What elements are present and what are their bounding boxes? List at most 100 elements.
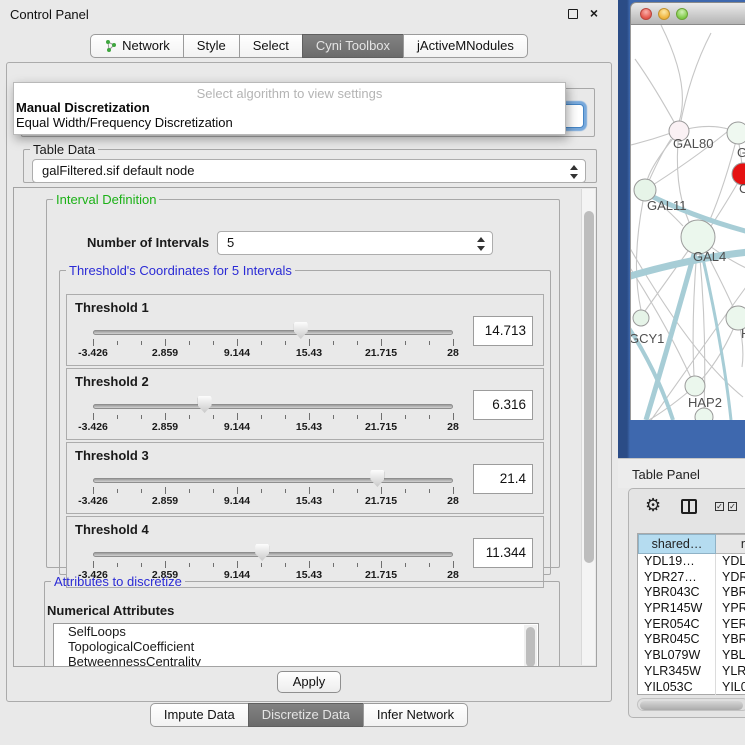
zoom-window-button[interactable] <box>676 8 688 20</box>
column-header-name[interactable]: name <box>716 534 745 554</box>
tick-mark <box>357 341 358 345</box>
node-label: GAL4 <box>693 249 726 264</box>
tab-label: Discretize Data <box>262 707 350 722</box>
close-window-button[interactable] <box>640 8 652 20</box>
combo-stepper-icon <box>475 235 485 253</box>
table-row[interactable]: YBL079WYBL079W <box>638 648 745 664</box>
tick-mark <box>429 341 430 345</box>
slider-thumb[interactable] <box>255 544 269 561</box>
threshold-label: Threshold 3 <box>75 448 149 463</box>
threshold-value-field[interactable]: 11.344 <box>473 538 533 568</box>
slider-thumb[interactable] <box>198 396 212 413</box>
table-row[interactable]: YBR043CYBR043C <box>638 585 745 601</box>
table-scrollbar-thumb[interactable] <box>640 701 743 710</box>
network-node[interactable] <box>633 310 649 326</box>
tab-select[interactable]: Select <box>239 34 303 58</box>
slider-thumb[interactable] <box>294 322 308 339</box>
checkbox-icon[interactable]: ✓ <box>715 502 724 511</box>
tick-mark <box>429 563 430 567</box>
node-label: HAP2 <box>688 395 722 410</box>
tick-mark <box>285 563 286 567</box>
tab-label: Impute Data <box>164 707 235 722</box>
tick-mark <box>453 339 454 346</box>
attribute-list-item[interactable]: BetweennessCentrality <box>54 654 538 667</box>
tick-label: 21.715 <box>365 421 397 433</box>
tab-cyni-toolbox[interactable]: Cyni Toolbox <box>302 34 404 58</box>
threshold-value-field[interactable]: 6.316 <box>473 390 533 420</box>
number-of-intervals-label: Number of Intervals <box>87 235 209 250</box>
float-window-icon[interactable] <box>568 9 578 19</box>
table-row[interactable]: YLR345WYLR345W <box>638 664 745 680</box>
minimize-window-button[interactable] <box>658 8 670 20</box>
slider-track[interactable] <box>93 552 453 557</box>
table-row[interactable]: YDR27…YDR27… <box>638 570 745 586</box>
slider-tick-labels: -3.4262.8599.14415.4321.71528 <box>93 421 453 434</box>
table-row[interactable]: YDL19…YDL19… <box>638 554 745 570</box>
checkbox-icon[interactable]: ✓ <box>728 502 737 511</box>
control-panel: Control Panel × NetworkStyleSelectCyni T… <box>0 0 618 745</box>
tab-impute-data[interactable]: Impute Data <box>150 703 249 727</box>
table-panel-window: ⚙ ✓ ✓ shared…name YDL19…YDL19…YDR27…YDR2… <box>628 488 745 718</box>
tick-label: 9.144 <box>224 347 250 359</box>
tab-discretize-data[interactable]: Discretize Data <box>248 703 364 727</box>
slider-track[interactable] <box>93 404 453 409</box>
slider-track[interactable] <box>93 478 453 483</box>
tick-mark <box>141 415 142 419</box>
viewport-scrollbar[interactable] <box>581 189 595 665</box>
slider-ticks <box>93 561 453 568</box>
network-edge <box>661 25 682 122</box>
slider-ticks <box>93 487 453 494</box>
node-label: GAL11 <box>647 198 687 213</box>
tick-mark <box>381 561 382 568</box>
table-row[interactable]: YIL053CYIL053C <box>638 680 745 696</box>
cell-name: YBR045C <box>716 632 745 648</box>
close-icon[interactable]: × <box>590 5 598 21</box>
cell-name: YPR145W <box>716 601 745 617</box>
tick-mark <box>261 341 262 345</box>
split-columns-icon[interactable] <box>681 499 697 514</box>
dropdown-option[interactable]: Manual Discretization <box>14 100 565 115</box>
network-view-window: GAL80GACYGAL11GAL4GCY1HAHAP2 <box>630 2 745 420</box>
network-canvas[interactable]: GAL80GACYGAL11GAL4GCY1HAHAP2 <box>630 25 745 420</box>
tab-style[interactable]: Style <box>183 34 240 58</box>
interval-definition-group: Interval Definition Number of Intervals … <box>46 192 560 568</box>
list-scrollbar[interactable] <box>524 625 537 667</box>
table-row[interactable]: YER054CYER054C <box>638 617 745 633</box>
network-node[interactable] <box>685 376 705 396</box>
tick-mark <box>285 415 286 419</box>
attributes-group: Attributes to discretize Numerical Attri… <box>44 574 560 667</box>
tick-label: 15.43 <box>296 495 322 507</box>
table-data-combobox[interactable]: galFiltered.sif default node <box>32 159 586 183</box>
slider-track[interactable] <box>93 330 453 335</box>
table-horizontal-scrollbar[interactable] <box>637 698 745 711</box>
network-node[interactable] <box>727 122 745 144</box>
dropdown-prompt-option[interactable]: Select algorithm to view settings <box>14 83 565 100</box>
network-edge <box>635 59 679 131</box>
tab-jactivemnodules[interactable]: jActiveMNodules <box>403 34 528 58</box>
number-of-intervals-combobox[interactable]: 5 <box>217 231 493 255</box>
attribute-list-item[interactable]: TopologicalCoefficient <box>54 639 538 654</box>
tick-mark <box>381 339 382 346</box>
threshold-value-field[interactable]: 14.713 <box>473 316 533 346</box>
slider-thumb[interactable] <box>370 470 384 487</box>
threshold-value-field[interactable]: 21.4 <box>473 464 533 494</box>
column-header-shared-name[interactable]: shared… <box>638 534 716 554</box>
network-window-titlebar[interactable] <box>630 2 745 25</box>
viewport-scrollbar-thumb[interactable] <box>584 211 594 563</box>
slider-tick-labels: -3.4262.8599.14415.4321.71528 <box>93 495 453 508</box>
bottom-tab-bar: Impute Data Discretize Data Infer Network <box>150 703 468 727</box>
node-attribute-table: shared…name YDL19…YDL19…YDR27…YDR27…YBR0… <box>637 533 745 695</box>
gear-icon[interactable]: ⚙ <box>645 495 661 516</box>
table-row[interactable]: YBR045CYBR045C <box>638 632 745 648</box>
dropdown-option[interactable]: Equal Width/Frequency Discretization <box>14 115 565 130</box>
tab-network[interactable]: Network <box>90 34 184 58</box>
list-scrollbar-thumb[interactable] <box>526 627 535 667</box>
tab-infer-network[interactable]: Infer Network <box>363 703 468 727</box>
numerical-attributes-list[interactable]: SelfLoopsTopologicalCoefficientBetweenne… <box>53 623 539 667</box>
table-row[interactable]: YPR145WYPR145W <box>638 601 745 617</box>
attribute-list-item[interactable]: SelfLoops <box>54 624 538 639</box>
tick-mark <box>261 415 262 419</box>
apply-button[interactable]: Apply <box>277 671 341 693</box>
tick-mark <box>309 561 310 568</box>
tick-label: 21.715 <box>365 495 397 507</box>
